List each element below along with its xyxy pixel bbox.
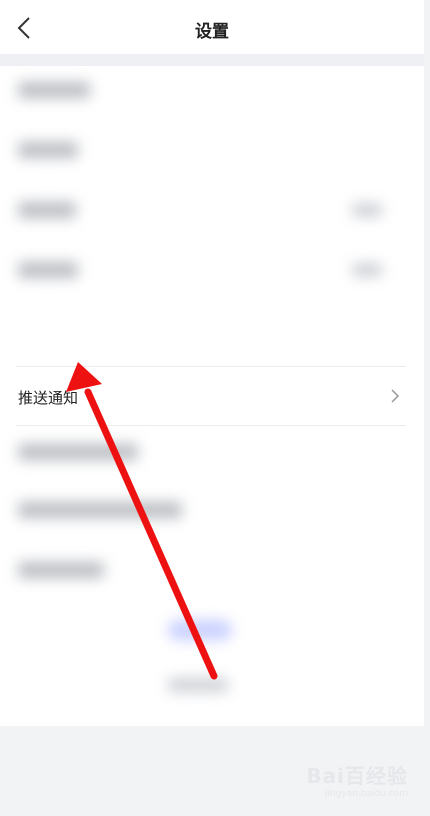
blurred-row: [18, 444, 400, 464]
section-gap: [0, 54, 424, 66]
push-notification-label: 推送通知: [18, 389, 79, 407]
baidu-watermark: Bai百经验 jingyan.baidu.com: [304, 760, 408, 804]
blurred-row: [18, 562, 400, 582]
blurred-row: [18, 202, 400, 222]
divider: [16, 425, 406, 426]
watermark-logo: Bai百经验: [306, 764, 408, 788]
blurred-row: [18, 502, 400, 522]
page-title: 设置: [195, 22, 229, 42]
blurred-row: [18, 82, 400, 102]
watermark-url: jingyan.baidu.com: [324, 789, 408, 799]
blurred-button: [168, 620, 232, 640]
settings-row-push-notification[interactable]: 推送通知: [0, 366, 424, 426]
blurred-row: [18, 262, 400, 282]
divider: [16, 366, 406, 367]
chevron-right-icon: [391, 389, 400, 403]
top-bar: 设置: [0, 0, 424, 54]
settings-list: 推送通知: [0, 66, 424, 726]
blurred-footer-text: [168, 678, 228, 692]
blurred-row: [18, 142, 400, 162]
